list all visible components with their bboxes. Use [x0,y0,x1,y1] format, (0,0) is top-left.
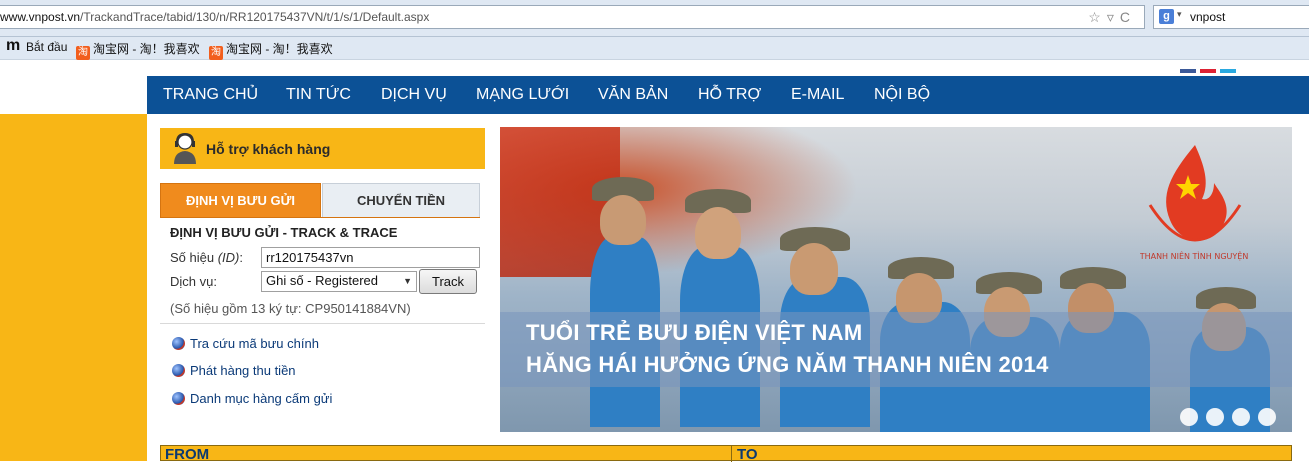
address-bar[interactable]: www.vnpost.vn/TrackandTrace/tabid/130/n/… [0,5,1145,29]
nav-noi-bo[interactable]: NỘI BỘ [874,86,930,104]
to-column-header: TO [737,446,758,463]
link-phat-hang-thu-tien[interactable]: Phát hàng thu tiền [172,363,296,378]
banner-caption-line2: HĂNG HÁI HƯỞNG ỨNG NĂM THANH NIÊN 2014 [526,352,1049,377]
link-label: Phát hàng thu tiền [190,363,296,378]
facebook-icon[interactable] [1180,69,1196,73]
google-plus-icon[interactable] [1200,69,1216,73]
search-engine-caret-icon[interactable]: ▾ [1177,9,1182,20]
bookmark-bat-dau[interactable]: Bắt đầu [26,40,67,54]
support-agent-icon [174,132,196,164]
link-label: Tra cứu mã bưu chính [190,336,319,351]
service-label: Dịch vụ: [170,274,217,289]
social-icons-strip [1180,60,1280,73]
banner-caption-line1: TUỔI TRẺ BƯU ĐIỆN VIỆT NAM [526,320,863,345]
url-path: /TrackandTrace/tabid/130/n/RR120175437VN… [80,10,430,24]
tab-dinh-vi-buu-gui[interactable]: ĐỊNH VỊ BƯU GỬI [160,183,321,218]
tab-chuyen-tien[interactable]: CHUYỂN TIỀN [322,183,480,218]
customer-support-header[interactable]: Hỗ trợ khách hàng [160,128,485,169]
id-label-prefix: Số hiệu [170,250,218,265]
support-label: Hỗ trợ khách hàng [206,141,331,157]
slide-dot-3[interactable] [1232,408,1250,426]
globe-icon [172,364,185,377]
divider [160,323,485,324]
tab-underline [160,217,480,218]
globe-icon [172,337,185,350]
person-figure [600,195,646,245]
bookmark-label: 淘宝网 - 淘！我喜欢 [226,42,333,56]
slide-dot-2[interactable] [1206,408,1224,426]
link-danh-muc-hang-cam-gui[interactable]: Danh mục hàng cấm gửi [172,391,332,406]
address-actions: ☆▿C [1088,9,1136,26]
nav-mang-luoi[interactable]: MẠNG LƯỚI [476,86,569,104]
youth-flame-logo-icon: NĂM THANH NIÊN TÌNH NGUYỆN 2014 [1140,145,1250,262]
track-button[interactable]: Track [419,269,477,294]
from-column-header: FROM [165,446,210,463]
hero-banner[interactable]: TUỔI TRẺ BƯU ĐIỆN VIỆT NAM HĂNG HÁI HƯỞN… [500,127,1292,432]
google-search-engine-icon[interactable]: g [1159,9,1174,24]
slide-dot-1[interactable] [1180,408,1198,426]
browser-toolbar: www.vnpost.vn/TrackandTrace/tabid/130/n/… [0,0,1309,37]
nav-email[interactable]: E-MAIL [791,86,844,104]
bookmarks-bar: m Bắt đầu 淘淘宝网 - 淘！我喜欢 淘淘宝网 - 淘！我喜欢 [0,37,1309,60]
globe-icon [172,392,185,405]
id-label: Số hiệu (ID): [170,250,243,265]
twitter-icon[interactable] [1220,69,1236,73]
person-figure [695,207,741,259]
left-decorative-band [0,114,147,461]
nav-van-ban[interactable]: VĂN BẢN [598,86,668,104]
main-navigation: TRANG CHỦ TIN TỨC DỊCH VỤ MẠNG LƯỚI VĂN … [147,76,1309,114]
reload-icon[interactable]: C [1120,9,1136,25]
bookmark-label: Bắt đầu [26,40,68,54]
logo-text: NĂM THANH NIÊN TÌNH NGUYỆN 2014 [1140,250,1250,262]
nav-tin-tuc[interactable]: TIN TỨC [286,86,351,104]
link-tra-cuu-ma-buu-chinh[interactable]: Tra cứu mã bưu chính [172,336,319,351]
search-bar[interactable]: g ▾ vnpost [1153,5,1309,29]
id-format-hint: (Số hiệu gồm 13 ký tự: CP950141884VN) [170,301,411,316]
url-host: www.vnpost.vn [0,10,81,24]
slide-dot-4[interactable] [1258,408,1276,426]
bookmark-taobao-1[interactable]: 淘淘宝网 - 淘！我喜欢 [76,40,200,60]
search-input[interactable]: vnpost [1190,10,1225,24]
track-heading: ĐỊNH VỊ BƯU GỬI - TRACK & TRACE [170,225,398,240]
bookmark-taobao-2[interactable]: 淘淘宝网 - 淘！我喜欢 [209,40,333,60]
tracking-id-input[interactable] [261,247,480,268]
nav-trang-chu[interactable]: TRANG CHỦ [163,86,258,104]
m-icon[interactable]: m [6,37,20,55]
id-label-em: (ID) [217,250,240,265]
column-divider [731,446,732,462]
service-select[interactable]: Ghi số - Registered ▼ [261,271,417,292]
taobao-icon: 淘 [76,46,90,60]
bookmark-label: 淘宝网 - 淘！我喜欢 [93,42,200,56]
link-label: Danh mục hàng cấm gửi [190,391,333,406]
results-table-header: FROM TO [160,445,1292,463]
nav-dich-vu[interactable]: DỊCH VỤ [381,86,447,104]
bookmark-star-icon[interactable]: ☆ [1088,9,1107,25]
address-text[interactable]: www.vnpost.vn/TrackandTrace/tabid/130/n/… [0,10,429,24]
dropdown-arrow-icon[interactable]: ▿ [1107,9,1120,25]
nav-ho-tro[interactable]: HỖ TRỢ [698,86,761,104]
service-selected-value: Ghi số - Registered [266,273,378,288]
id-label-suffix: : [239,250,243,265]
person-figure [790,243,838,295]
taobao-icon: 淘 [209,46,223,60]
chevron-down-icon: ▼ [403,276,412,286]
